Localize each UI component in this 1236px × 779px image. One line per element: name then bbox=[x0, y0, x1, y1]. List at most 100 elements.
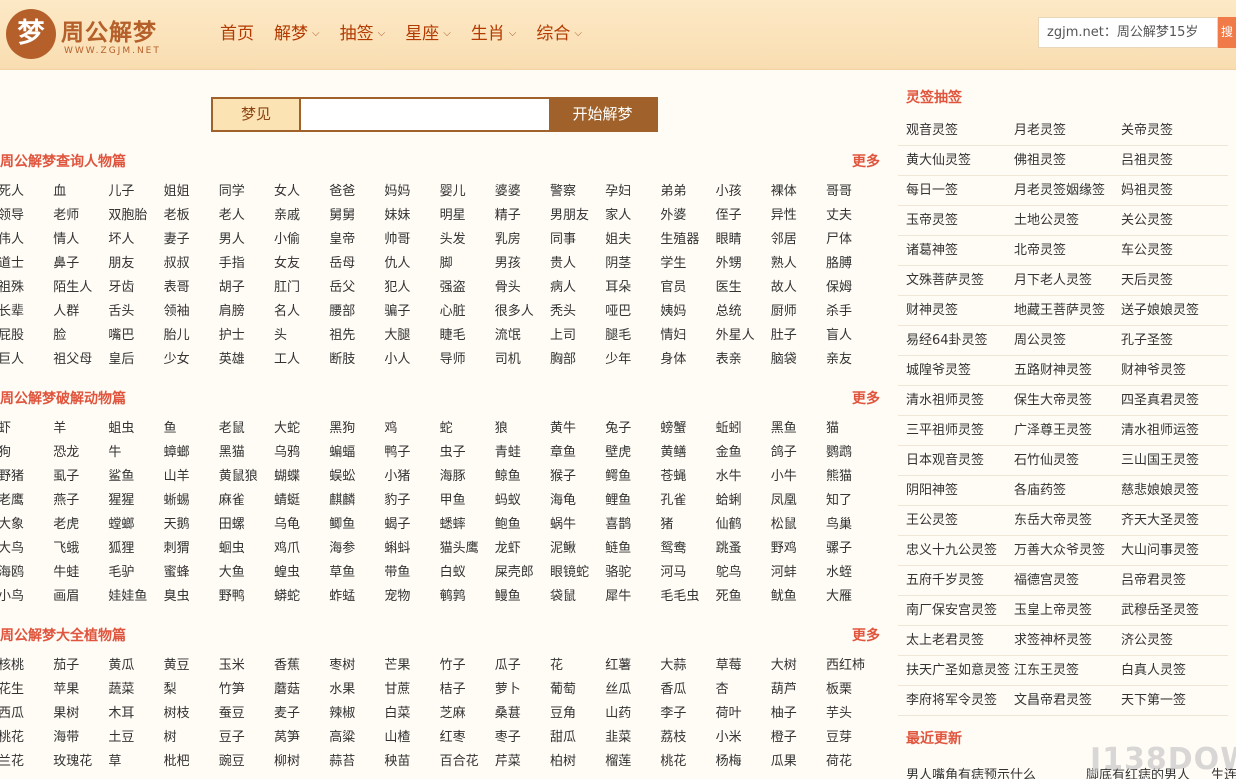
lingqian-link[interactable]: 福德宫灵签 bbox=[1014, 566, 1079, 596]
keyword-link[interactable]: 竹子 bbox=[440, 654, 466, 678]
section-title[interactable]: 周公解梦查询人物篇 bbox=[0, 151, 126, 171]
keyword-link[interactable]: 榴莲 bbox=[605, 750, 631, 774]
keyword-link[interactable]: 蚂蚁 bbox=[495, 489, 521, 513]
keyword-link[interactable]: 葫芦 bbox=[771, 678, 797, 702]
lingqian-link[interactable]: 易经64卦灵签 bbox=[906, 326, 988, 356]
keyword-link[interactable]: 学生 bbox=[660, 252, 686, 276]
lingqian-link[interactable]: 李府将军令灵签 bbox=[906, 686, 997, 716]
keyword-link[interactable]: 田螺 bbox=[219, 513, 245, 537]
keyword-link[interactable]: 海带 bbox=[53, 726, 79, 750]
keyword-link[interactable]: 爸爸 bbox=[329, 180, 355, 204]
keyword-link[interactable]: 苹果 bbox=[53, 678, 79, 702]
start-dream-button[interactable]: 开始解梦 bbox=[549, 99, 656, 130]
keyword-link[interactable]: 松鼠 bbox=[771, 513, 797, 537]
keyword-link[interactable]: 蛤蜊 bbox=[716, 489, 742, 513]
keyword-link[interactable]: 核桃 bbox=[0, 654, 24, 678]
keyword-link[interactable]: 蜜蜂 bbox=[164, 561, 190, 585]
section-title[interactable]: 周公解梦破解动物篇 bbox=[0, 388, 126, 408]
keyword-link[interactable]: 眼睛 bbox=[716, 228, 742, 252]
keyword-link[interactable]: 身体 bbox=[660, 348, 686, 372]
nav-item-4[interactable]: 生肖 ⌵ bbox=[461, 20, 527, 48]
keyword-link[interactable]: 儿子 bbox=[108, 180, 134, 204]
keyword-link[interactable]: 水牛 bbox=[716, 465, 742, 489]
keyword-link[interactable]: 香瓜 bbox=[660, 678, 686, 702]
keyword-link[interactable]: 桃花 bbox=[0, 726, 24, 750]
keyword-link[interactable]: 蜈蚣 bbox=[329, 465, 355, 489]
keyword-link[interactable]: 牛 bbox=[108, 441, 121, 465]
nav-item-3[interactable]: 星座 ⌵ bbox=[395, 20, 461, 48]
lingqian-link[interactable]: 孔子圣签 bbox=[1121, 326, 1173, 356]
keyword-link[interactable]: 官员 bbox=[660, 276, 686, 300]
keyword-link[interactable]: 玫瑰花 bbox=[53, 750, 92, 774]
lingqian-link[interactable]: 观音灵签 bbox=[906, 116, 958, 146]
keyword-link[interactable]: 同学 bbox=[219, 180, 245, 204]
lingqian-link[interactable]: 清水祖师运签 bbox=[1121, 416, 1199, 446]
keyword-link[interactable]: 草莓 bbox=[716, 654, 742, 678]
keyword-link[interactable]: 上司 bbox=[550, 324, 576, 348]
lingqian-link[interactable]: 财神灵签 bbox=[906, 296, 958, 326]
lingqian-link[interactable]: 广泽尊王灵签 bbox=[1014, 416, 1092, 446]
keyword-link[interactable]: 哥哥 bbox=[826, 180, 852, 204]
keyword-link[interactable]: 老鼠 bbox=[219, 417, 245, 441]
keyword-link[interactable]: 黑鱼 bbox=[771, 417, 797, 441]
keyword-link[interactable]: 小孩 bbox=[716, 180, 742, 204]
lingqian-link[interactable]: 慈悲娘娘灵签 bbox=[1121, 476, 1199, 506]
keyword-link[interactable]: 猩猩 bbox=[108, 489, 134, 513]
keyword-link[interactable]: 司机 bbox=[495, 348, 521, 372]
keyword-link[interactable]: 杏 bbox=[716, 678, 729, 702]
lingqian-link[interactable]: 吕帝君灵签 bbox=[1121, 566, 1186, 596]
lingqian-link[interactable]: 阴阳神签 bbox=[906, 476, 958, 506]
lingqian-link[interactable]: 城隍爷灵签 bbox=[906, 356, 971, 386]
nav-item-2[interactable]: 抽签 ⌵ bbox=[330, 20, 396, 48]
keyword-link[interactable]: 瓜果 bbox=[771, 750, 797, 774]
keyword-link[interactable]: 蚯蚓 bbox=[716, 417, 742, 441]
keyword-link[interactable]: 西瓜 bbox=[0, 702, 24, 726]
keyword-link[interactable]: 豆芽 bbox=[826, 726, 852, 750]
keyword-link[interactable]: 姐姐 bbox=[164, 180, 190, 204]
lingqian-link[interactable]: 文昌帝君灵签 bbox=[1014, 686, 1092, 716]
keyword-link[interactable]: 知了 bbox=[826, 489, 852, 513]
keyword-link[interactable]: 老师 bbox=[53, 204, 79, 228]
keyword-link[interactable]: 异性 bbox=[771, 204, 797, 228]
keyword-link[interactable]: 尸体 bbox=[826, 228, 852, 252]
lingqian-link[interactable]: 玉帝灵签 bbox=[906, 206, 958, 236]
keyword-link[interactable]: 阴茎 bbox=[605, 252, 631, 276]
keyword-link[interactable]: 麦子 bbox=[274, 702, 300, 726]
keyword-link[interactable]: 巨人 bbox=[0, 348, 24, 372]
keyword-link[interactable]: 帅哥 bbox=[384, 228, 410, 252]
keyword-link[interactable]: 白菜 bbox=[384, 702, 410, 726]
keyword-link[interactable]: 工人 bbox=[274, 348, 300, 372]
lingqian-link[interactable]: 忠义十九公灵签 bbox=[906, 536, 997, 566]
keyword-link[interactable]: 狗 bbox=[0, 441, 11, 465]
keyword-link[interactable]: 丈夫 bbox=[826, 204, 852, 228]
nav-item-0[interactable]: 首页 bbox=[210, 20, 264, 48]
keyword-link[interactable]: 弟弟 bbox=[660, 180, 686, 204]
lingqian-link[interactable]: 土地公灵签 bbox=[1014, 206, 1079, 236]
keyword-link[interactable]: 故人 bbox=[771, 276, 797, 300]
keyword-link[interactable]: 胎儿 bbox=[164, 324, 190, 348]
keyword-link[interactable]: 豆角 bbox=[550, 702, 576, 726]
keyword-link[interactable]: 树枝 bbox=[164, 702, 190, 726]
keyword-link[interactable]: 兔子 bbox=[605, 417, 631, 441]
keyword-link[interactable]: 兰花 bbox=[0, 750, 24, 774]
keyword-link[interactable]: 蒜苔 bbox=[329, 750, 355, 774]
lingqian-link[interactable]: 齐天大圣灵签 bbox=[1121, 506, 1199, 536]
keyword-link[interactable]: 黄豆 bbox=[164, 654, 190, 678]
keyword-link[interactable]: 医生 bbox=[716, 276, 742, 300]
keyword-link[interactable]: 鼻子 bbox=[53, 252, 79, 276]
keyword-link[interactable]: 柚子 bbox=[771, 702, 797, 726]
keyword-link[interactable]: 小米 bbox=[716, 726, 742, 750]
keyword-link[interactable]: 海鸥 bbox=[0, 561, 24, 585]
keyword-link[interactable]: 龙虾 bbox=[495, 537, 521, 561]
keyword-link[interactable]: 伟人 bbox=[0, 228, 24, 252]
keyword-link[interactable]: 少女 bbox=[164, 348, 190, 372]
keyword-link[interactable]: 腿毛 bbox=[605, 324, 631, 348]
section-title[interactable]: 周公解梦大全植物篇 bbox=[0, 625, 126, 645]
keyword-link[interactable]: 小人 bbox=[384, 348, 410, 372]
keyword-link[interactable]: 朋友 bbox=[108, 252, 134, 276]
keyword-link[interactable]: 鸳鸯 bbox=[660, 537, 686, 561]
lingqian-link[interactable]: 天下第一签 bbox=[1121, 686, 1186, 716]
keyword-link[interactable]: 蟑螂 bbox=[164, 441, 190, 465]
lingqian-link[interactable]: 东岳大帝灵签 bbox=[1014, 506, 1092, 536]
keyword-link[interactable]: 桑葚 bbox=[495, 702, 521, 726]
